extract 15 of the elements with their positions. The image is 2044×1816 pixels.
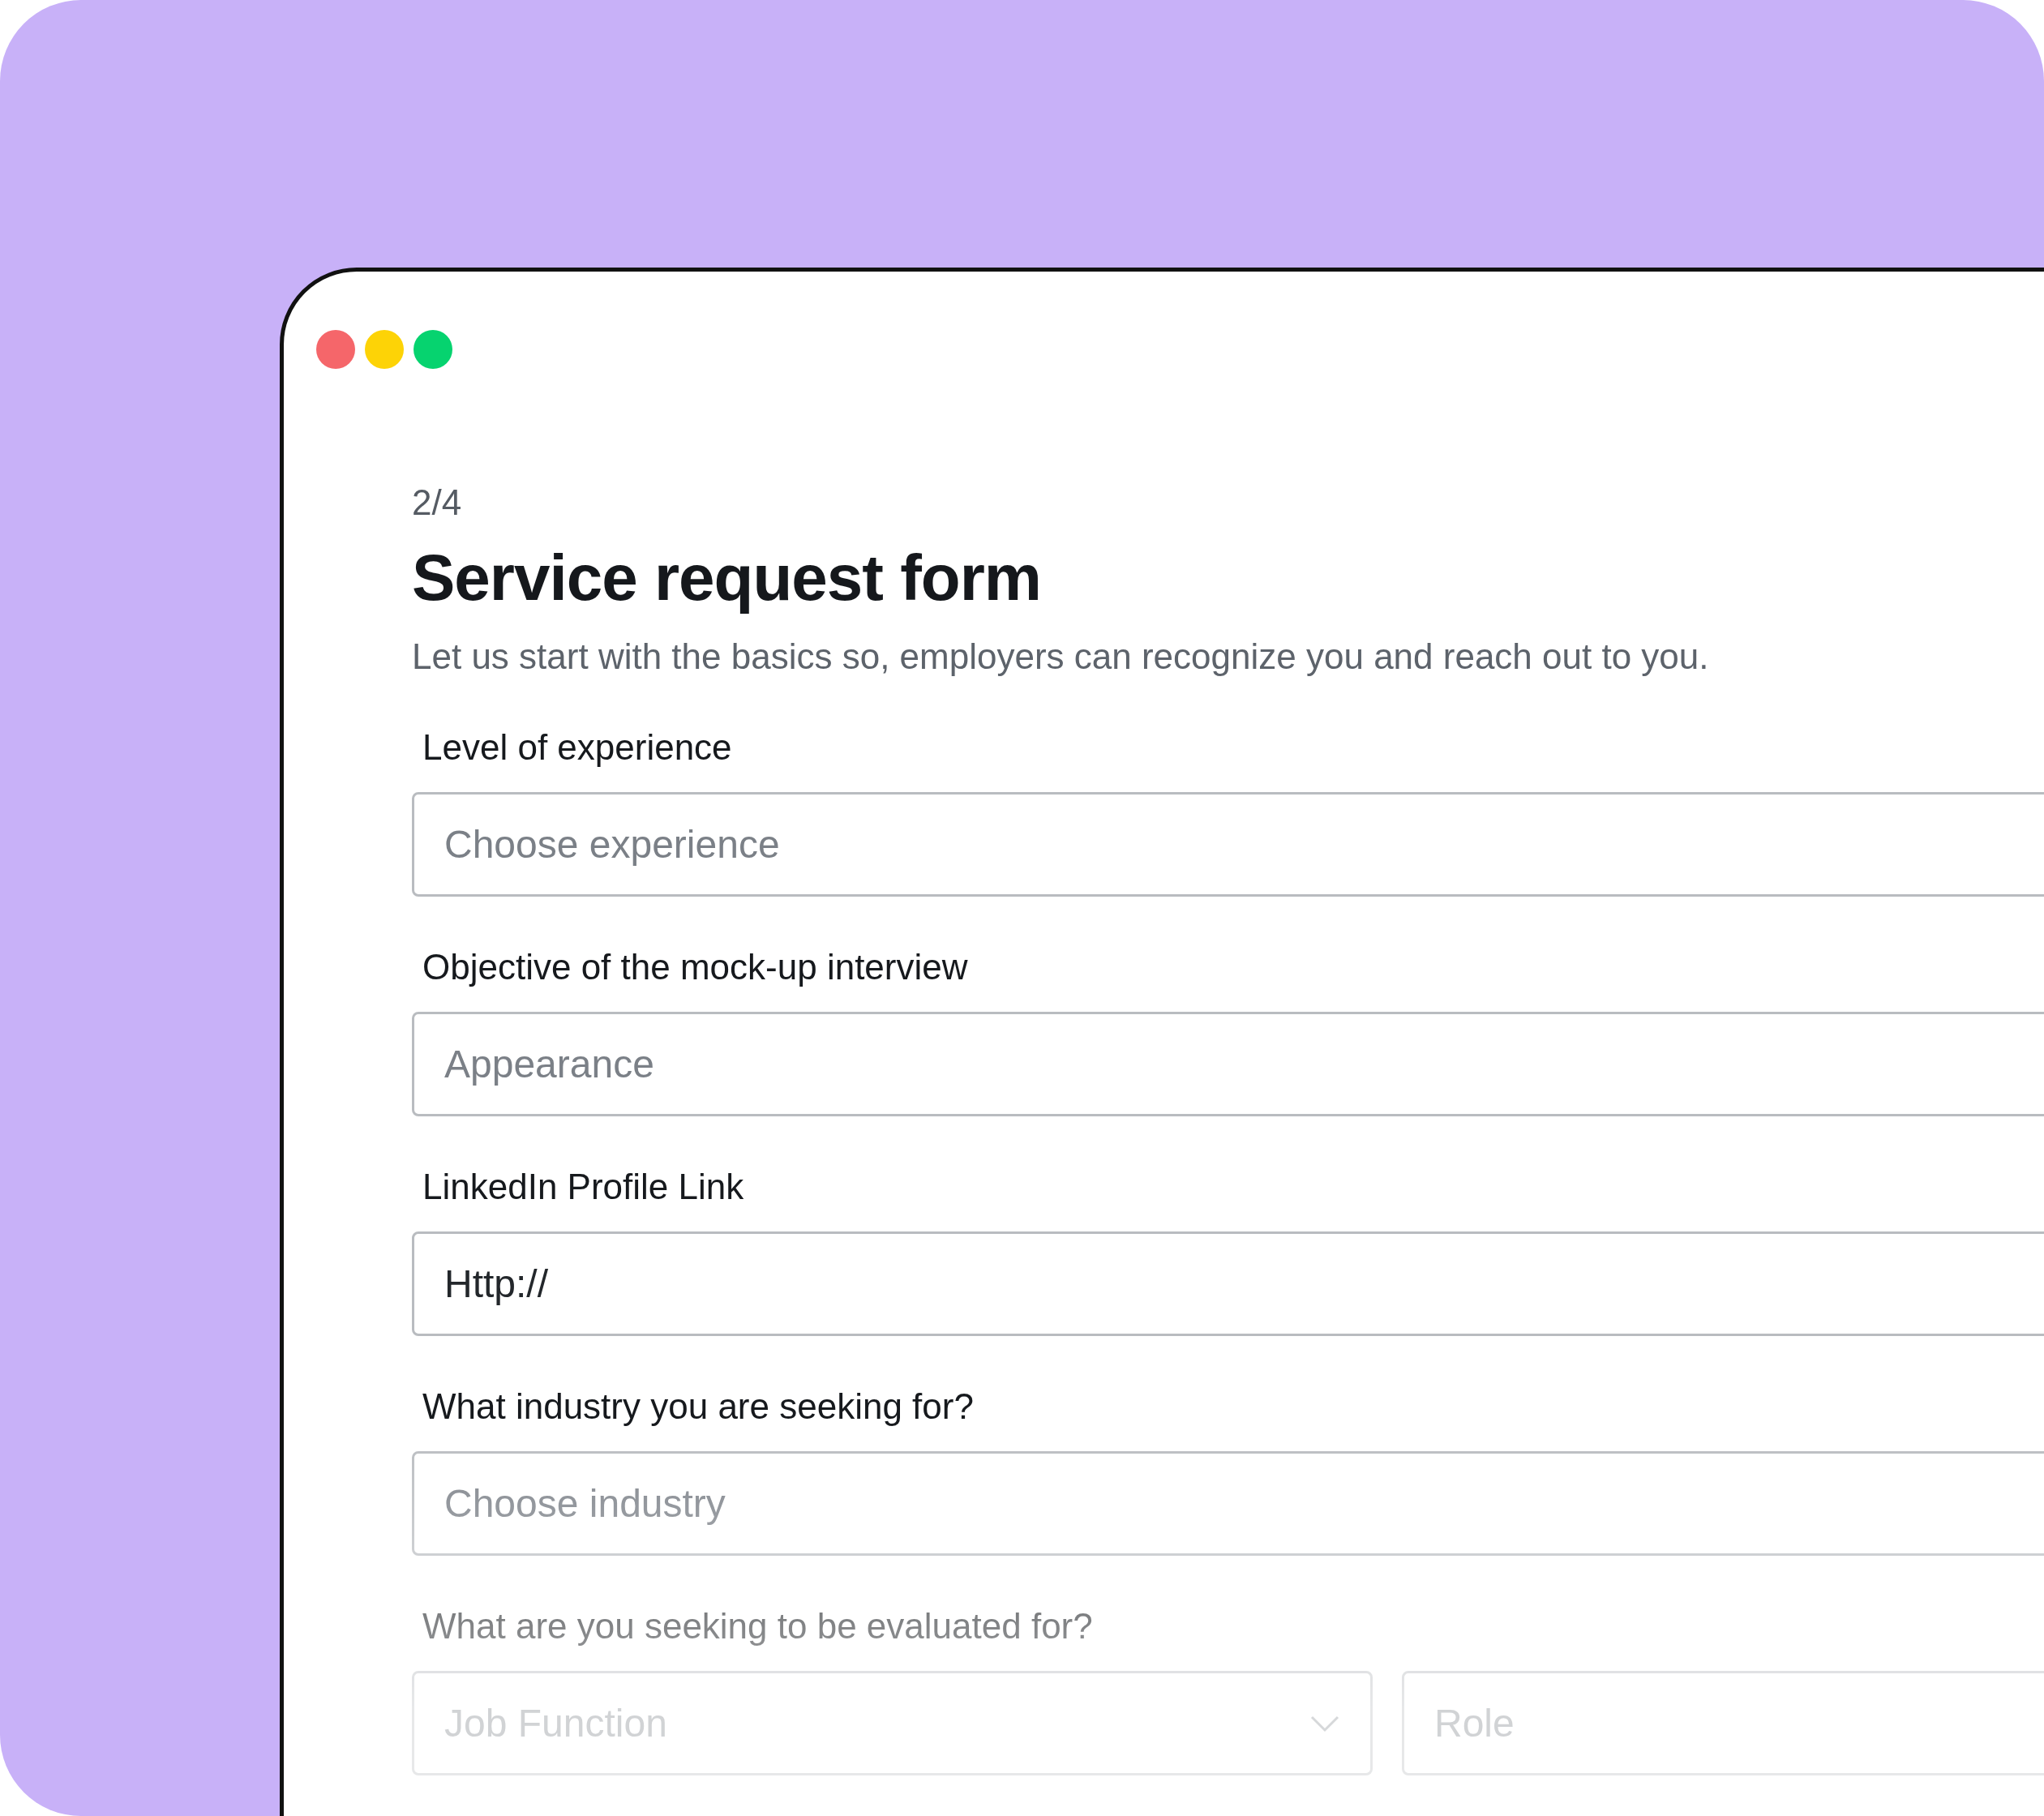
- select-field[interactable]: Appearance: [412, 1012, 2044, 1116]
- field-label: What industry you are seeking for?: [422, 1386, 975, 1427]
- window-button[interactable]: [316, 330, 355, 369]
- step-counter: 2/4: [412, 482, 463, 523]
- window-button[interactable]: [414, 330, 452, 369]
- form-subtitle: Let us start with the basics so, employers can recognize you and reach out to you.: [412, 636, 1710, 677]
- field-label: Objective of the mock-up interview: [422, 947, 969, 987]
- field-label: Level of experience: [422, 727, 733, 768]
- field-label: What are you seeking to be evaluated for?: [422, 1606, 1094, 1647]
- input-field[interactable]: Http://: [412, 1231, 2044, 1336]
- select-field[interactable]: Choose experience: [412, 792, 2044, 897]
- form-title: Service request form: [412, 541, 1042, 615]
- window-button[interactable]: [365, 330, 404, 369]
- select-field[interactable]: Choose industry: [412, 1451, 2044, 1556]
- field-label: LinkedIn Profile Link: [422, 1167, 745, 1207]
